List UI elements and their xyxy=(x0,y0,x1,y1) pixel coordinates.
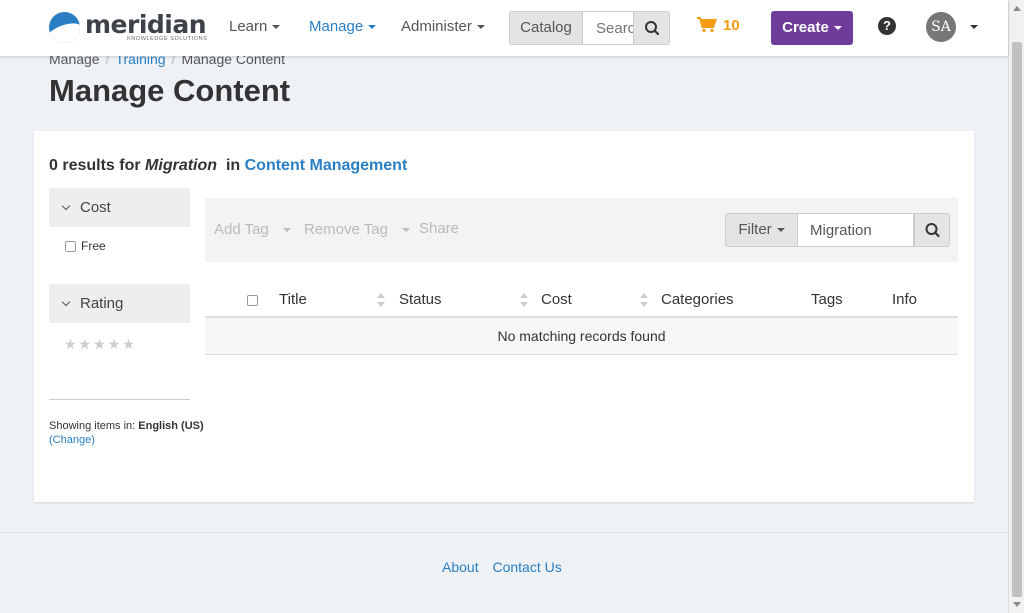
facet-cost-free-label: Free xyxy=(81,239,106,253)
meridian-logo[interactable]: meridian KNOWLEDGE SOLUTIONS xyxy=(49,10,207,45)
logo-mark-icon xyxy=(49,12,80,43)
top-navbar: meridian KNOWLEDGE SOLUTIONS Learn Manag… xyxy=(0,0,1008,56)
page-title: Manage Content xyxy=(49,73,291,108)
remove-tag-button[interactable]: Remove Tag xyxy=(304,221,410,238)
scrollbar-thumb[interactable] xyxy=(1012,42,1022,597)
cart-icon xyxy=(697,17,717,33)
locale-value: English (US) xyxy=(138,420,204,432)
results-scope-link[interactable]: Content Management xyxy=(245,157,408,174)
footer: About Contact Us xyxy=(442,559,572,575)
facet-cost-header[interactable]: Cost xyxy=(49,188,190,227)
remove-tag-label: Remove Tag xyxy=(304,221,388,238)
free-checkbox[interactable] xyxy=(65,241,76,252)
nav-manage[interactable]: Manage xyxy=(309,18,377,35)
footer-about-link[interactable]: About xyxy=(442,559,479,575)
results-query: Migration xyxy=(145,157,218,174)
sort-cost-icon[interactable] xyxy=(640,293,648,307)
filter-label: Filter xyxy=(738,221,772,238)
catalog-button[interactable]: Catalog xyxy=(509,11,583,45)
add-tag-button[interactable]: Add Tag xyxy=(214,221,291,238)
add-tag-label: Add Tag xyxy=(214,221,269,238)
results-in: in xyxy=(225,157,241,174)
locale-prefix: Showing items in: xyxy=(49,420,136,432)
results-summary: 0 results for Migration in Content Manag… xyxy=(49,157,407,175)
nav-learn[interactable]: Learn xyxy=(229,18,281,35)
nav-administer-label: Administer xyxy=(401,18,472,35)
footer-contact-link[interactable]: Contact Us xyxy=(492,559,561,575)
column-cost[interactable]: Cost xyxy=(541,291,572,308)
cart-count: 10 xyxy=(723,17,740,34)
facet-rating-header[interactable]: Rating xyxy=(49,284,190,323)
footer-divider xyxy=(0,532,1008,533)
chevron-down-icon xyxy=(776,228,785,233)
filter-search-input[interactable] xyxy=(798,213,914,247)
locale-info: Showing items in: English (US) (Change) xyxy=(49,419,204,447)
scroll-up-icon[interactable] xyxy=(1013,6,1021,11)
logo-wordmark: meridian xyxy=(85,10,207,39)
select-all-checkbox[interactable] xyxy=(247,295,258,306)
help-icon[interactable]: ? xyxy=(878,17,896,35)
nav-manage-label: Manage xyxy=(309,18,364,35)
facet-cost-free[interactable]: Free xyxy=(65,239,106,253)
global-search-button[interactable] xyxy=(633,11,670,45)
nav-learn-label: Learn xyxy=(229,18,268,35)
share-button[interactable]: Share xyxy=(419,220,459,237)
search-icon xyxy=(645,21,660,36)
filter-search-button[interactable] xyxy=(914,213,950,247)
search-icon xyxy=(925,223,940,238)
column-info: Info xyxy=(892,291,918,308)
column-tags: Tags xyxy=(811,291,843,308)
logo-subtitle: KNOWLEDGE SOLUTIONS xyxy=(127,36,208,42)
chevron-down-icon xyxy=(833,26,842,31)
nav-administer[interactable]: Administer xyxy=(401,18,485,35)
chevron-down-icon xyxy=(476,25,485,30)
page-scrollbar[interactable] xyxy=(1008,0,1024,613)
facet-rating-label: Rating xyxy=(80,295,124,312)
empty-table-row: No matching records found xyxy=(205,318,958,355)
sort-title-icon[interactable] xyxy=(377,293,385,307)
avatar[interactable]: SA xyxy=(926,12,956,42)
sort-status-icon[interactable] xyxy=(520,293,528,307)
rating-stars[interactable]: ★★★★★ xyxy=(64,336,137,353)
results-count: 0 results for xyxy=(49,157,141,174)
global-search-input[interactable] xyxy=(583,11,633,45)
cart-button[interactable]: 10 xyxy=(697,17,740,34)
chevron-down-icon[interactable] xyxy=(970,25,978,29)
create-label: Create xyxy=(782,19,829,36)
facet-divider xyxy=(49,399,190,400)
column-title[interactable]: Title xyxy=(279,291,307,308)
facet-cost-label: Cost xyxy=(80,199,111,216)
chevron-down-icon xyxy=(282,228,291,233)
table-header: Title Status Cost Categories Tags Info xyxy=(205,283,958,318)
scroll-down-icon[interactable] xyxy=(1013,602,1021,607)
chevron-down-icon xyxy=(368,25,377,30)
filter-button[interactable]: Filter xyxy=(725,213,798,247)
locale-change-link[interactable]: (Change) xyxy=(49,434,95,446)
table-toolbar: Add Tag Remove Tag Share Filter xyxy=(205,198,958,262)
chevron-down-icon xyxy=(61,297,71,307)
create-button[interactable]: Create xyxy=(771,11,853,45)
chevron-down-icon xyxy=(272,25,281,30)
chevron-down-icon xyxy=(61,201,71,211)
column-categories: Categories xyxy=(661,291,734,308)
content-panel: 0 results for Migration in Content Manag… xyxy=(34,131,974,502)
column-status[interactable]: Status xyxy=(399,291,442,308)
chevron-down-icon xyxy=(401,228,410,233)
